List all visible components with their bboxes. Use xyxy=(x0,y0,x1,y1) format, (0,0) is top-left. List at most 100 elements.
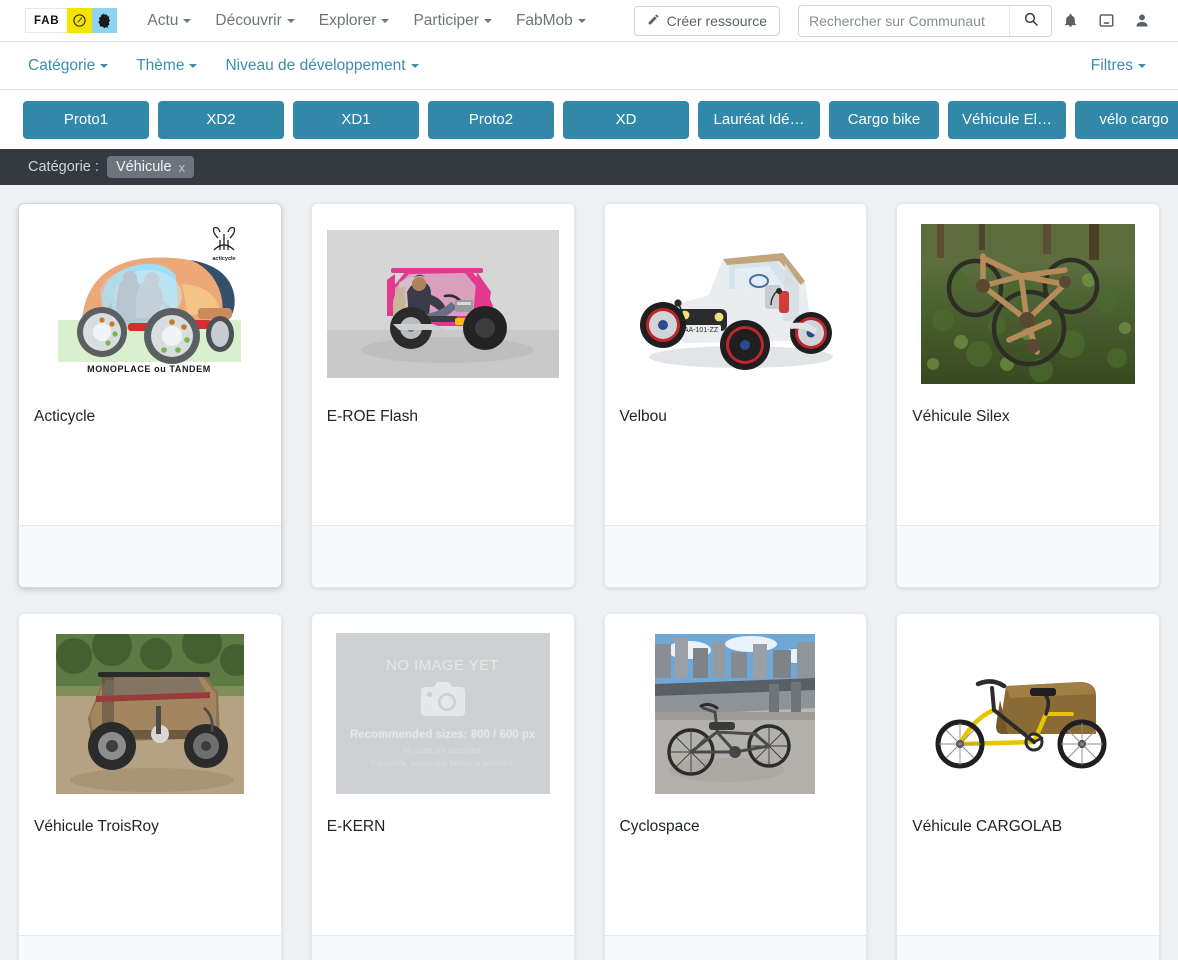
selected-filter-label: Catégorie : xyxy=(28,159,99,175)
nav-item-label: Participer xyxy=(413,11,479,29)
resource-card[interactable]: Véhicule Silex xyxy=(896,203,1160,588)
card-body: E-KERN xyxy=(312,799,574,935)
search-button[interactable] xyxy=(1009,5,1051,36)
card-image-wrap xyxy=(605,614,867,799)
card-body: Acticycle xyxy=(19,389,281,525)
card-body: Cyclospace xyxy=(605,799,867,935)
selected-filters-bar: Catégorie : Véhicule x xyxy=(0,149,1178,185)
filter-categorie[interactable]: Catégorie xyxy=(14,51,122,81)
card-body: Velbou xyxy=(605,389,867,525)
card-footer xyxy=(897,935,1159,960)
resource-card[interactable]: NO IMAGE YET Recommended sizes: 800 / 60… xyxy=(310,613,575,960)
search-input[interactable] xyxy=(799,5,1009,36)
card-image-wrap: acticycle MONOPLACE ou TANDEM xyxy=(19,204,281,389)
filter-theme[interactable]: Thème xyxy=(122,51,211,81)
card-body: E-ROE Flash xyxy=(312,389,574,525)
resource-card[interactable]: Véhicule TroisRoy xyxy=(18,613,282,960)
create-resource-button[interactable]: Créer ressource xyxy=(633,5,780,36)
cyclospace-image xyxy=(655,633,816,794)
bell-icon[interactable] xyxy=(1052,12,1088,29)
nav-item-label: Explorer xyxy=(318,11,377,29)
tag-button-proto1[interactable]: Proto1 xyxy=(23,100,149,139)
cargolab-image xyxy=(930,647,1127,780)
close-icon[interactable]: x xyxy=(179,160,186,175)
resource-card[interactable]: Véhicule CARGOLAB xyxy=(896,613,1160,960)
no-image-note-2: If possible, landscape format is prefere… xyxy=(370,759,515,768)
no-image-recommended: Recommended sizes: 800 / 600 px xyxy=(349,729,536,742)
tag-filter-row: Proto1 XD2 XD1 Proto2 XD Lauréat Idé… Ca… xyxy=(0,90,1178,149)
user-icon[interactable] xyxy=(1124,12,1160,29)
resource-card-grid: acticycle MONOPLACE ou TANDEM Acticycle xyxy=(0,185,1178,960)
search-bar xyxy=(798,4,1052,37)
france-map-icon xyxy=(92,8,118,33)
filter-filtres[interactable]: Filtres xyxy=(1077,51,1160,81)
brand-logo[interactable]: FAB xyxy=(25,8,118,33)
card-image-wrap: NO IMAGE YET Recommended sizes: 800 / 60… xyxy=(312,614,574,799)
no-image-placeholder: NO IMAGE YET Recommended sizes: 800 / 60… xyxy=(335,633,550,794)
filter-niveau-developpement[interactable]: Niveau de développement xyxy=(211,51,432,81)
nav-item-decouvrir[interactable]: Découvrir xyxy=(203,6,306,36)
troisroy-image xyxy=(55,633,244,794)
card-image-wrap: AA-101-ZZ xyxy=(605,204,867,389)
chevron-down-icon xyxy=(189,63,198,68)
card-title: Véhicule TroisRoy xyxy=(34,818,159,835)
card-footer xyxy=(897,525,1159,587)
tag-button-laureat-idee[interactable]: Lauréat Idé… xyxy=(698,100,820,139)
chevron-down-icon xyxy=(1138,63,1146,68)
card-title: Acticycle xyxy=(34,408,96,425)
nav-item-label: Actu xyxy=(147,11,179,29)
chevron-down-icon xyxy=(286,18,295,23)
card-footer xyxy=(604,935,867,960)
tag-button-xd2[interactable]: XD2 xyxy=(158,100,284,139)
resource-card[interactable]: Cyclospace xyxy=(603,613,868,960)
nav-item-label: Découvrir xyxy=(215,11,282,29)
svg-text:MONOPLACE ou TANDEM: MONOPLACE ou TANDEM xyxy=(88,364,212,374)
card-image-wrap xyxy=(897,614,1159,799)
filter-label: Niveau de développement xyxy=(225,56,406,74)
svg-text:acticycle: acticycle xyxy=(213,256,236,262)
nav-item-fabmob[interactable]: FabMob xyxy=(504,6,598,36)
pencil-icon xyxy=(647,13,660,29)
nav-item-explorer[interactable]: Explorer xyxy=(307,6,402,36)
selected-filter-chip[interactable]: Véhicule x xyxy=(106,156,195,178)
card-body: Véhicule Silex xyxy=(897,389,1159,525)
create-resource-label: Créer ressource xyxy=(666,12,767,29)
card-title: E-ROE Flash xyxy=(326,408,419,425)
resource-card[interactable]: acticycle MONOPLACE ou TANDEM Acticycle xyxy=(18,203,282,588)
card-body: Véhicule TroisRoy xyxy=(19,799,281,935)
chevron-down-icon xyxy=(381,18,390,23)
tag-button-velo-cargo[interactable]: vélo cargo xyxy=(1075,100,1178,139)
card-title: Cyclospace xyxy=(619,818,700,835)
acticycle-image: acticycle MONOPLACE ou TANDEM xyxy=(42,223,258,384)
tag-button-vehicule-electrique[interactable]: Véhicule El… xyxy=(948,100,1066,139)
nav-item-actu[interactable]: Actu xyxy=(135,6,203,36)
resource-card[interactable]: AA-101-ZZ Velbou xyxy=(603,203,868,588)
eroe-flash-image xyxy=(326,229,559,378)
search-icon xyxy=(1023,11,1039,30)
filter-bar: Catégorie Thème Niveau de développement … xyxy=(0,42,1178,90)
card-title: E-KERN xyxy=(326,818,386,835)
inbox-icon[interactable] xyxy=(1088,12,1124,29)
main-nav: Actu Découvrir Explorer Participer FabMo… xyxy=(135,6,597,36)
filter-label: Thème xyxy=(136,56,185,74)
brand-text: FAB xyxy=(25,8,68,33)
card-image-wrap xyxy=(312,204,574,389)
chevron-down-icon xyxy=(410,63,419,68)
top-navbar: FAB Actu Découvrir Explorer Participer F… xyxy=(0,0,1178,42)
chevron-down-icon xyxy=(100,63,109,68)
card-footer xyxy=(604,525,867,587)
tag-button-cargo-bike[interactable]: Cargo bike xyxy=(829,100,939,139)
chevron-down-icon xyxy=(183,18,192,23)
camera-icon xyxy=(420,682,465,721)
tag-button-xd1[interactable]: XD1 xyxy=(293,100,419,139)
nav-item-label: FabMob xyxy=(515,11,573,29)
tag-button-xd[interactable]: XD xyxy=(563,100,689,139)
tag-button-proto2[interactable]: Proto2 xyxy=(428,100,554,139)
resource-card[interactable]: E-ROE Flash xyxy=(310,203,575,588)
no-image-title: NO IMAGE YET xyxy=(386,657,500,675)
card-footer xyxy=(311,935,574,960)
nav-item-participer[interactable]: Participer xyxy=(401,6,503,36)
velbou-image: AA-101-ZZ xyxy=(619,228,852,379)
chevron-down-icon xyxy=(577,18,586,23)
chevron-down-icon xyxy=(483,18,492,23)
